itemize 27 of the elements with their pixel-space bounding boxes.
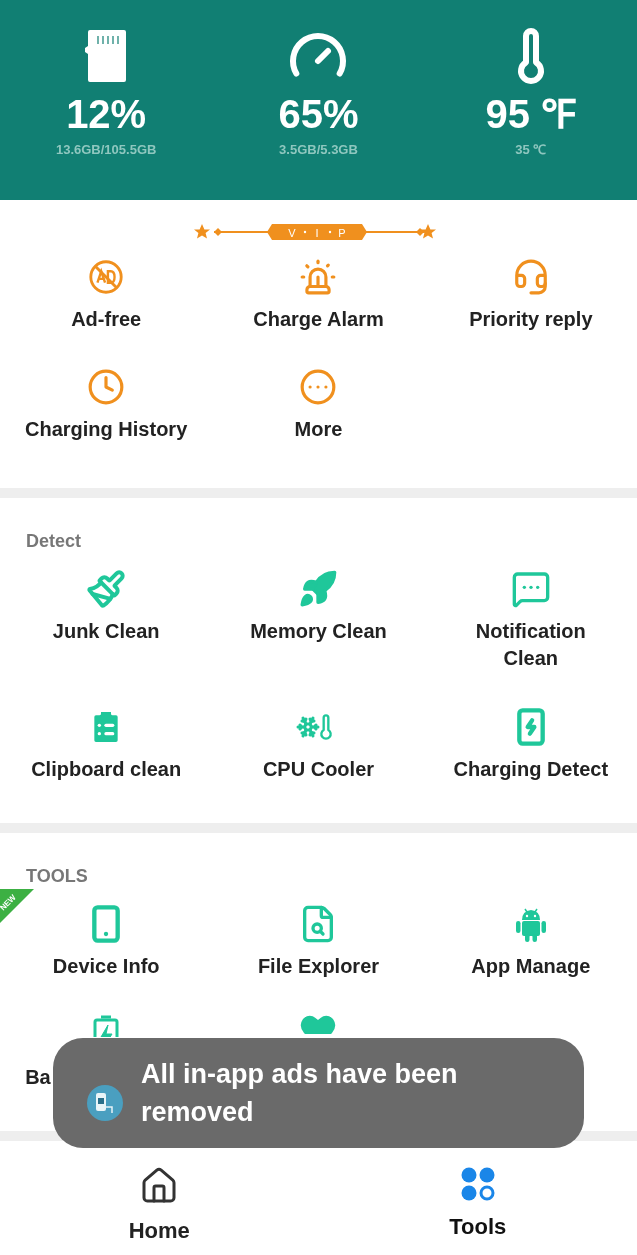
tool-label[interactable]: More bbox=[294, 416, 343, 443]
nav-tab[interactable]: Home bbox=[0, 1148, 319, 1255]
stat-detail: 3.5GB/5.3GB bbox=[279, 141, 358, 159]
section-title: Detect bbox=[25, 530, 83, 552]
tool-label[interactable]: Charge Alarm bbox=[253, 306, 384, 333]
stat-value: 95 ℉ bbox=[485, 92, 577, 136]
tool-label[interactable]: Priority reply bbox=[469, 306, 593, 333]
tool-label[interactable]: Ad-free bbox=[71, 306, 142, 333]
tool-label[interactable]: Notification Clean bbox=[447, 618, 614, 672]
tool-label[interactable]: CPU Cooler bbox=[262, 756, 375, 783]
stat-detail: 35 ℃ bbox=[515, 141, 547, 159]
tool-label[interactable]: Junk Clean bbox=[52, 618, 160, 645]
tool-label[interactable]: File Explorer bbox=[257, 953, 380, 980]
stat-value: 12% bbox=[66, 92, 147, 136]
tool-label[interactable]: Device Info bbox=[52, 953, 160, 980]
tool-label[interactable]: App Manage bbox=[471, 953, 591, 980]
stat-detail: 13.6GB/105.5GB bbox=[55, 141, 157, 159]
stat-value: 65% bbox=[278, 92, 359, 136]
tool-label[interactable]: Charging Detect bbox=[453, 756, 609, 783]
tool-label[interactable]: Memory Clean bbox=[250, 618, 387, 645]
toast-message: All in-app ads have been removed bbox=[141, 1058, 459, 1129]
tool-label[interactable]: Clipboard clean bbox=[31, 756, 182, 783]
vip-banner: V I P bbox=[193, 222, 444, 242]
tool-label[interactable]: Charging History bbox=[25, 416, 188, 443]
section-title: TOOLS bbox=[25, 865, 89, 887]
tool-label[interactable]: Ba bbox=[25, 1064, 51, 1091]
nav-tab[interactable]: Tools bbox=[318, 1148, 637, 1255]
